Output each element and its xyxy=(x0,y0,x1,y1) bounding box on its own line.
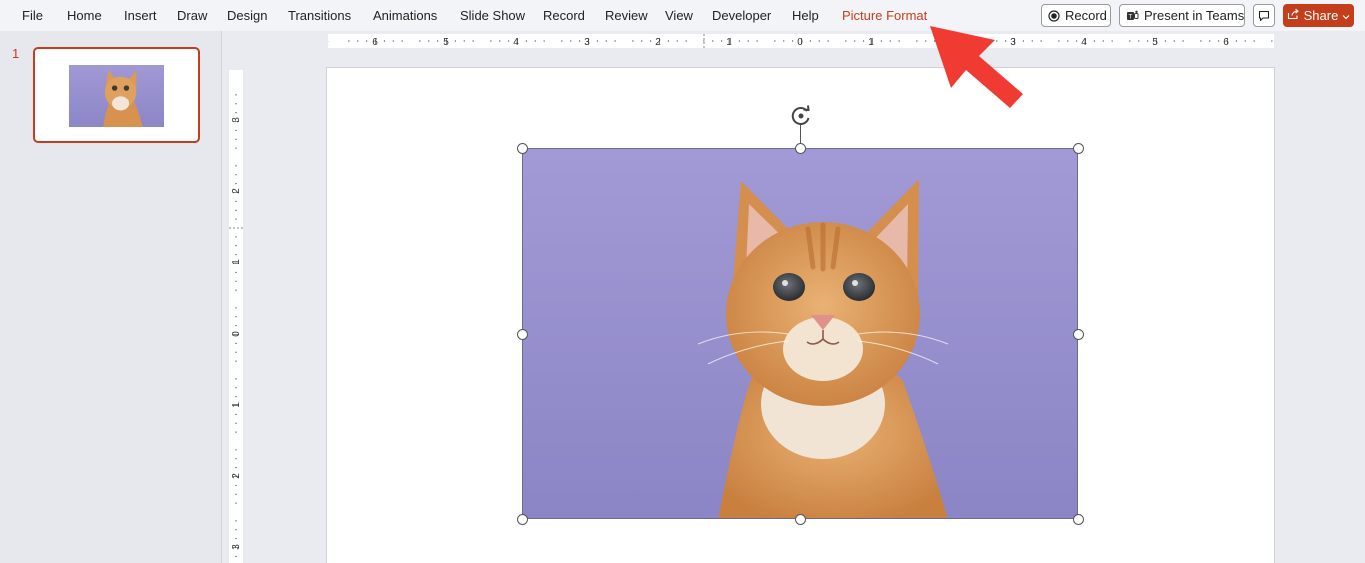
slide-number: 1 xyxy=(12,46,20,61)
ruler-label: 5 xyxy=(1152,37,1158,48)
present-in-teams-button[interactable]: T Present in Teams xyxy=(1119,4,1245,27)
tab-file[interactable]: File xyxy=(22,8,43,23)
comments-button[interactable] xyxy=(1253,4,1275,27)
resize-handle-top-right[interactable] xyxy=(1072,142,1084,154)
tab-home[interactable]: Home xyxy=(67,8,102,23)
ruler-label: 1 xyxy=(726,37,732,48)
record-button[interactable]: Record xyxy=(1041,4,1111,27)
record-dot-icon xyxy=(1048,9,1060,22)
share-button[interactable]: Share xyxy=(1283,4,1354,27)
resize-handle-top[interactable] xyxy=(794,142,806,154)
ribbon-tab-bar: File Home Insert Draw Design Transitions… xyxy=(0,0,1365,31)
tab-picture-format[interactable]: Picture Format xyxy=(842,8,927,23)
ruler-label: 1 xyxy=(868,37,874,48)
selected-picture[interactable] xyxy=(522,148,1078,519)
slide-thumbnail[interactable] xyxy=(33,47,200,143)
ruler-label: 3 xyxy=(231,544,242,550)
tab-animations[interactable]: Animations xyxy=(373,8,437,23)
resize-handle-bottom[interactable] xyxy=(794,513,806,525)
ruler-label: 2 xyxy=(655,37,661,48)
share-button-label: Share xyxy=(1303,8,1339,23)
chevron-down-icon xyxy=(1342,8,1350,23)
comment-icon xyxy=(1258,10,1270,22)
present-in-teams-label: Present in Teams xyxy=(1144,8,1245,23)
rotate-handle-icon[interactable] xyxy=(788,103,814,129)
kitten-picture xyxy=(523,149,1077,518)
share-icon xyxy=(1287,8,1300,23)
record-button-label: Record xyxy=(1065,8,1107,23)
ruler-label: 4 xyxy=(513,37,519,48)
slide-thumbnail-picture xyxy=(69,65,164,127)
tab-slide-show[interactable]: Slide Show xyxy=(460,8,525,23)
tab-insert[interactable]: Insert xyxy=(124,8,157,23)
resize-handle-left[interactable] xyxy=(516,328,528,340)
ruler-label: 3 xyxy=(231,117,242,123)
teams-icon: T xyxy=(1126,10,1139,22)
ruler-label: 1 xyxy=(231,259,242,265)
tab-transitions[interactable]: Transitions xyxy=(288,8,351,23)
horizontal-ruler: 6 5 4 3 2 1 0 1 2 3 4 5 6 xyxy=(328,34,1274,48)
ruler-label: 0 xyxy=(797,37,803,48)
tab-view[interactable]: View xyxy=(665,8,693,23)
tab-developer[interactable]: Developer xyxy=(712,8,771,23)
tab-record[interactable]: Record xyxy=(543,8,585,23)
ruler-label: 5 xyxy=(443,37,449,48)
ruler-label: 2 xyxy=(231,473,242,479)
tab-review[interactable]: Review xyxy=(605,8,648,23)
callout-arrow-icon xyxy=(930,26,1023,108)
resize-handle-bottom-right[interactable] xyxy=(1072,513,1084,525)
ruler-label: 4 xyxy=(1081,37,1087,48)
ruler-label: 2 xyxy=(231,188,242,194)
ruler-label: 6 xyxy=(372,37,378,48)
ruler-label: 6 xyxy=(1223,37,1229,48)
slide-thumbnail-panel: 1 xyxy=(0,31,222,563)
vertical-ruler: 3 2 1 0 1 2 3 xyxy=(229,70,243,563)
ruler-label: 3 xyxy=(584,37,590,48)
tab-help[interactable]: Help xyxy=(792,8,819,23)
ruler-label: 0 xyxy=(231,331,242,337)
ruler-label: 1 xyxy=(231,402,242,408)
resize-handle-bottom-left[interactable] xyxy=(516,513,528,525)
resize-handle-right[interactable] xyxy=(1072,328,1084,340)
svg-text:T: T xyxy=(1128,13,1133,20)
resize-handle-top-left[interactable] xyxy=(516,142,528,154)
tab-draw[interactable]: Draw xyxy=(177,8,207,23)
tab-design[interactable]: Design xyxy=(227,8,267,23)
